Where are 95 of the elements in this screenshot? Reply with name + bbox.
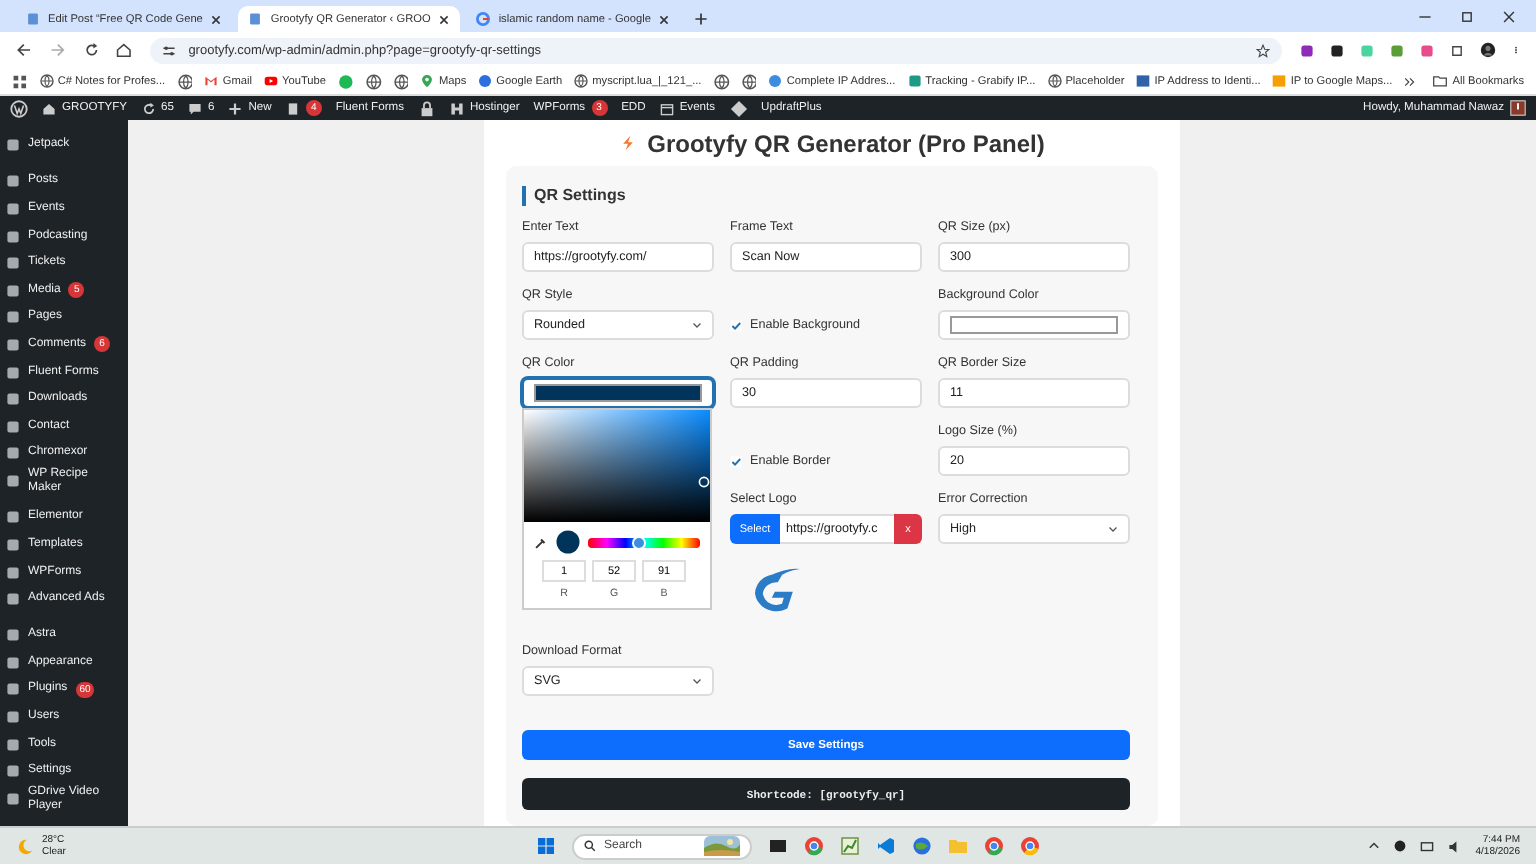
square-icon [6, 337, 20, 352]
eyedropper-icon[interactable] [534, 535, 548, 549]
chevron-up-icon[interactable] [1367, 840, 1380, 852]
comment-icon [187, 101, 202, 115]
globe-icon[interactable] [365, 73, 382, 89]
puzzle-icon[interactable] [1449, 43, 1464, 57]
apps-icon[interactable] [12, 73, 28, 89]
chrome-icon[interactable] [984, 836, 1004, 856]
page-icon [248, 12, 263, 26]
globe-icon [768, 74, 783, 88]
picker-handle-icon[interactable] [698, 476, 710, 488]
square-icon [1272, 74, 1287, 88]
globe-icon [39, 74, 54, 88]
checkbox[interactable] [730, 319, 742, 331]
globe-icon[interactable] [393, 73, 409, 89]
square-icon [6, 138, 20, 153]
color-field[interactable] [522, 378, 714, 408]
monitor-icon[interactable] [1419, 839, 1434, 853]
mail-icon [204, 74, 219, 88]
square-icon [6, 201, 20, 216]
plus-icon [228, 101, 243, 115]
home-icon [42, 101, 56, 115]
square-icon [6, 392, 20, 407]
star-icon[interactable] [1255, 43, 1270, 57]
square-icon [6, 283, 20, 298]
square-icon [6, 419, 20, 434]
globe-icon [574, 74, 589, 88]
square-icon [6, 565, 20, 580]
globe-icon[interactable] [741, 73, 757, 89]
close-icon[interactable] [210, 13, 223, 25]
globe-icon [1047, 74, 1062, 88]
restore-icon[interactable] [1460, 9, 1474, 23]
square-icon [1136, 74, 1151, 88]
square-icon [6, 310, 20, 325]
square-icon [6, 655, 20, 670]
hue-slider[interactable] [588, 537, 700, 547]
checkbox[interactable] [730, 455, 742, 467]
search-icon [584, 840, 596, 852]
dot-icon[interactable] [338, 73, 354, 89]
color-area[interactable] [524, 410, 710, 522]
square-icon [6, 737, 20, 752]
square-icon [6, 538, 20, 553]
document-icon [285, 101, 300, 115]
back-icon[interactable] [16, 42, 32, 58]
square-icon [6, 628, 20, 643]
color-swatch [556, 530, 580, 554]
square-icon [6, 229, 20, 244]
earth-icon [478, 74, 493, 88]
square-icon [907, 74, 922, 88]
close-icon[interactable] [1502, 9, 1516, 23]
play-icon [264, 74, 279, 88]
square-icon [6, 710, 20, 725]
plus-icon[interactable] [694, 12, 709, 26]
square-icon [6, 764, 20, 779]
lock-icon[interactable] [417, 99, 436, 117]
home-icon[interactable] [116, 42, 133, 58]
lightning-icon [619, 132, 636, 154]
windows-icon[interactable] [536, 836, 556, 856]
task-view-icon[interactable] [768, 836, 788, 856]
chart-icon[interactable] [840, 836, 860, 856]
slider-thumb[interactable] [632, 535, 647, 549]
h-shape-icon [449, 101, 464, 115]
wordpress-icon[interactable] [10, 99, 28, 117]
chevron-double-icon[interactable] [1404, 75, 1417, 87]
close-icon[interactable] [658, 13, 671, 25]
square-icon [6, 510, 20, 525]
globe-icon[interactable] [912, 836, 932, 856]
square-icon [6, 474, 20, 489]
chevron-down-icon [1108, 524, 1118, 534]
dot-icon[interactable] [1393, 840, 1406, 852]
tune-icon [162, 43, 177, 57]
globe-icon[interactable] [713, 73, 730, 89]
map-pin-icon [420, 74, 435, 88]
page-icon [26, 12, 40, 26]
square-icon [6, 446, 20, 461]
chevron-down-icon [692, 676, 702, 686]
chrome-icon[interactable] [1020, 836, 1040, 856]
square-icon [6, 592, 20, 607]
reload-icon[interactable] [83, 42, 99, 58]
section-title: QR Settings [522, 186, 1142, 206]
close-icon[interactable] [438, 13, 451, 25]
refresh-icon [141, 101, 156, 115]
globe-icon[interactable] [177, 73, 193, 89]
calendar-icon [659, 101, 674, 115]
speaker-icon[interactable] [1447, 839, 1462, 853]
square-icon [6, 682, 20, 697]
square-icon [6, 174, 20, 189]
square-icon [6, 792, 20, 807]
folder-icon [1432, 74, 1449, 88]
chrome-icon[interactable] [804, 836, 824, 856]
google-icon [476, 12, 491, 26]
square-icon [6, 256, 20, 271]
page-title: Grootyfy QR Generator (Pro Panel) [647, 129, 1045, 157]
square-icon [6, 365, 20, 380]
chevron-down-icon [692, 320, 702, 330]
